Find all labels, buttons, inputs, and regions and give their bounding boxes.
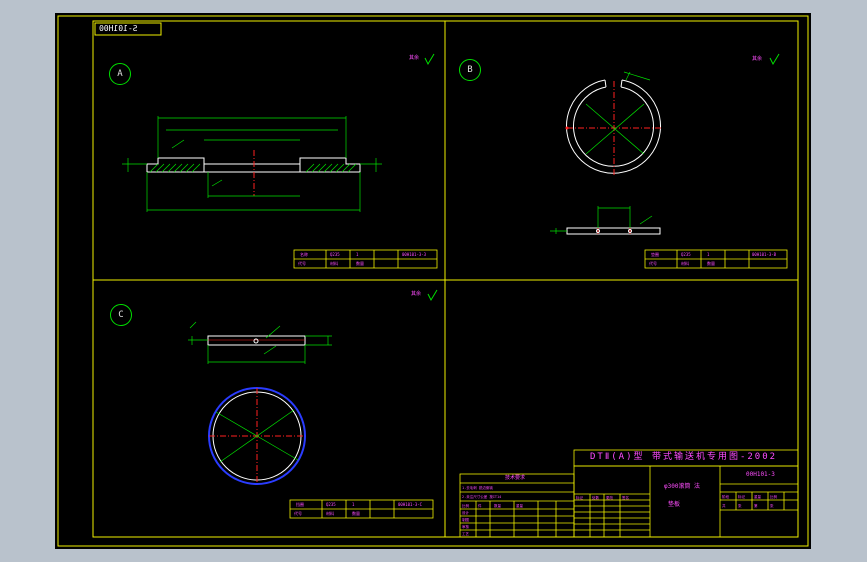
svg-text:重量: 重量 — [754, 494, 762, 499]
svg-text:更改: 更改 — [606, 495, 614, 500]
code-box-text: S-101H00 — [99, 24, 138, 33]
svg-text:工艺: 工艺 — [462, 531, 470, 536]
svg-text:张: 张 — [738, 503, 742, 508]
svg-text:比例: 比例 — [462, 503, 470, 508]
view-c-ring — [208, 387, 306, 485]
svg-text:材料: 材料 — [681, 260, 689, 266]
svg-text:1.去毛刺 锐边倒钝: 1.去毛刺 锐边倒钝 — [462, 485, 493, 490]
svg-text:设计: 设计 — [462, 510, 470, 515]
part-name: φ300滚筒 法 — [664, 483, 701, 490]
tech-requirements-header: 技术要求 — [505, 475, 526, 481]
svg-text:代号: 代号 — [298, 260, 306, 266]
svg-text:挡圈: 挡圈 — [296, 501, 304, 507]
cad-drawing-canvas: 名称 Q235 1 00H101-3-3 代号 材料 数量 垫圈 Q235 1 … — [55, 13, 811, 549]
svg-text:数量: 数量 — [352, 510, 360, 516]
svg-text:签名: 签名 — [622, 495, 629, 500]
svg-text:垫圈: 垫圈 — [651, 251, 659, 257]
svg-text:第: 第 — [754, 503, 758, 508]
svg-text:数量: 数量 — [494, 503, 502, 508]
svg-text:制图: 制图 — [462, 517, 470, 522]
svg-text:件: 件 — [478, 503, 482, 508]
svg-text:重量: 重量 — [516, 503, 524, 508]
svg-text:数量: 数量 — [356, 260, 364, 266]
svg-text:材料: 材料 — [330, 260, 338, 266]
roughness-note-c: 其余 — [411, 291, 422, 297]
svg-text:00H101-3-C: 00H101-3-C — [398, 502, 423, 507]
svg-text:标记: 标记 — [738, 494, 746, 499]
svg-text:阶段: 阶段 — [722, 494, 730, 499]
view-b-label: B — [459, 59, 481, 81]
roughness-note-a: 其余 — [409, 55, 420, 61]
svg-text:2.未注尺寸公差 按IT14: 2.未注尺寸公差 按IT14 — [462, 494, 501, 499]
svg-text:比例: 比例 — [770, 494, 778, 499]
view-a-label: A — [109, 63, 131, 85]
drawing-sheet — [55, 13, 811, 549]
svg-text:数量: 数量 — [707, 260, 715, 266]
svg-text:标记: 标记 — [576, 495, 584, 500]
view-c-label: C — [110, 304, 132, 326]
svg-text:审核: 审核 — [462, 524, 470, 529]
drawing-number: 00H101-3 — [746, 471, 775, 478]
svg-text:处数: 处数 — [592, 495, 600, 500]
svg-text:代号: 代号 — [294, 510, 302, 516]
svg-text:张: 张 — [770, 503, 774, 508]
svg-text:Q235: Q235 — [681, 252, 691, 257]
svg-text:Q235: Q235 — [326, 502, 336, 507]
svg-text:共: 共 — [722, 503, 726, 508]
drawing-title-line: DTⅡ(A)型 带式输送机专用图-2002 — [590, 452, 778, 462]
svg-text:00H101-3-B: 00H101-3-B — [752, 252, 777, 257]
svg-text:00H101-3-3: 00H101-3-3 — [402, 252, 427, 257]
svg-text:代号: 代号 — [649, 260, 657, 266]
svg-text:材料: 材料 — [326, 510, 334, 516]
part-sub-name: 垫板 — [668, 501, 681, 508]
svg-text:Q235: Q235 — [330, 252, 340, 257]
svg-text:名称: 名称 — [300, 251, 308, 257]
roughness-note-b: 其余 — [752, 56, 763, 62]
